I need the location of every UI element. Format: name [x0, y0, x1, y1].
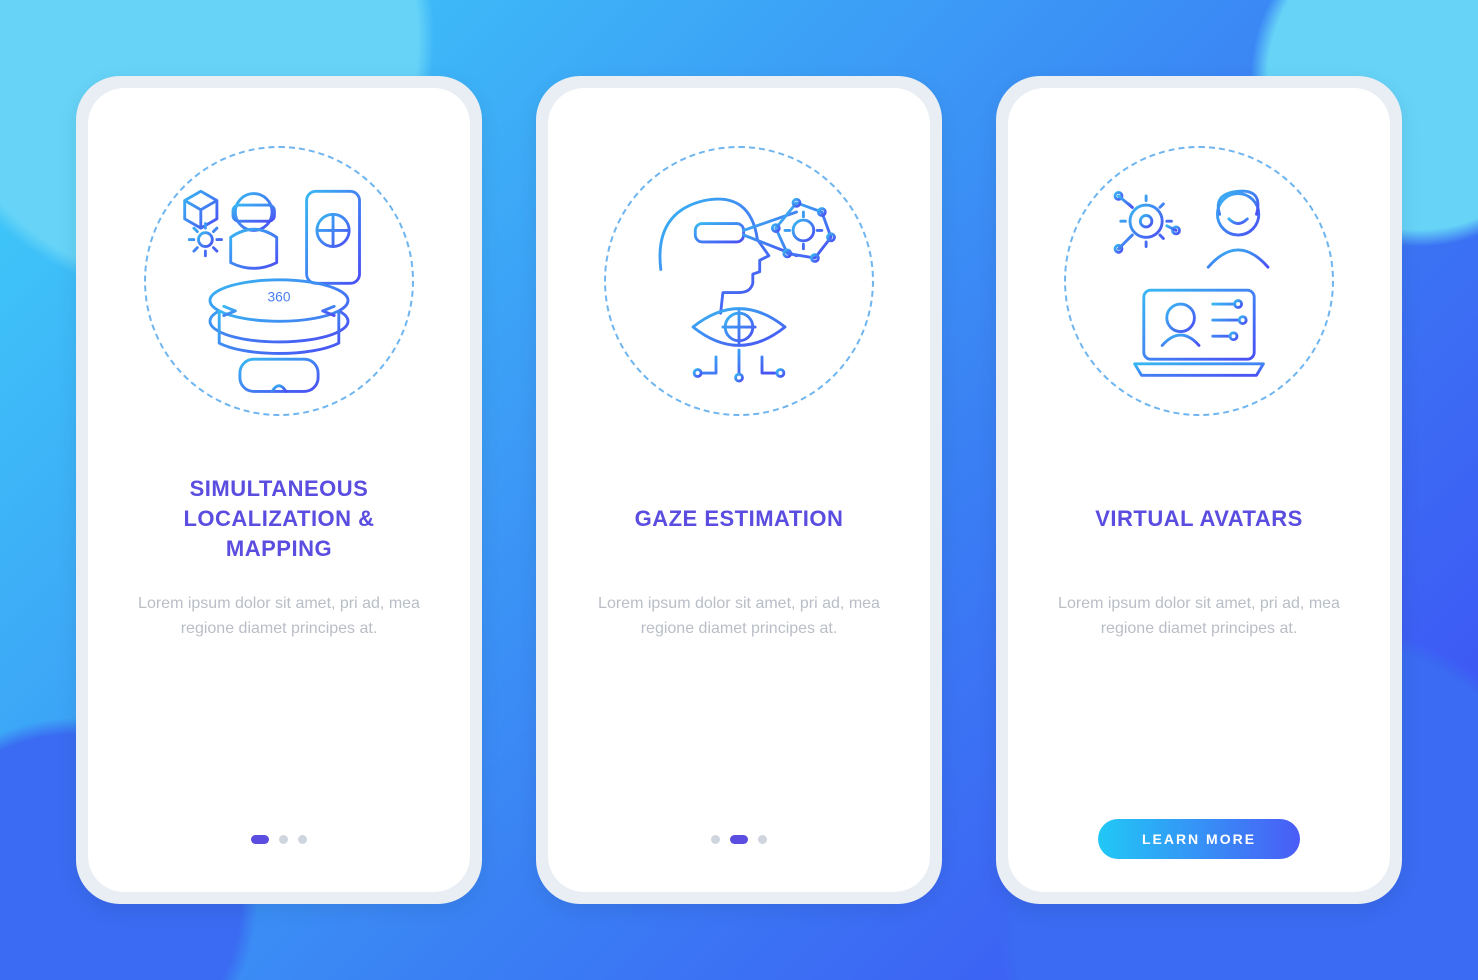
slide-title: SIMULTANEOUS LOCALIZATION & MAPPING: [183, 474, 374, 564]
slide-title: VIRTUAL AVATARS: [1095, 474, 1303, 564]
slide-title: GAZE ESTIMATION: [635, 474, 844, 564]
dot-2[interactable]: [730, 835, 748, 844]
footer: [711, 816, 767, 862]
phone-frame-avatars: VIRTUAL AVATARS Lorem ipsum dolor sit am…: [996, 76, 1402, 904]
slide-body: Lorem ipsum dolor sit amet, pri ad, mea …: [1049, 592, 1349, 642]
pagination-dots[interactable]: [711, 835, 767, 844]
learn-more-button[interactable]: LEARN MORE: [1098, 819, 1300, 859]
illustration-slam: 360: [144, 146, 414, 416]
phone-frame-slam: 360 SIMULTANEOUS LOCALIZATION & MAPPING …: [76, 76, 482, 904]
footer: LEARN MORE: [1098, 816, 1300, 862]
slide-body: Lorem ipsum dolor sit amet, pri ad, mea …: [589, 592, 889, 642]
phone-row: 360 SIMULTANEOUS LOCALIZATION & MAPPING …: [76, 76, 1402, 904]
dot-1[interactable]: [251, 835, 269, 844]
slide-body: Lorem ipsum dolor sit amet, pri ad, mea …: [129, 592, 429, 642]
onboarding-screen-gaze[interactable]: GAZE ESTIMATION Lorem ipsum dolor sit am…: [548, 88, 930, 892]
dot-1[interactable]: [711, 835, 720, 844]
onboarding-screen-slam[interactable]: 360 SIMULTANEOUS LOCALIZATION & MAPPING …: [88, 88, 470, 892]
footer: [251, 816, 307, 862]
onboarding-screen-avatars[interactable]: VIRTUAL AVATARS Lorem ipsum dolor sit am…: [1008, 88, 1390, 892]
pagination-dots[interactable]: [251, 835, 307, 844]
illustration-avatars: [1064, 146, 1334, 416]
dot-2[interactable]: [279, 835, 288, 844]
dot-3[interactable]: [298, 835, 307, 844]
phone-frame-gaze: GAZE ESTIMATION Lorem ipsum dolor sit am…: [536, 76, 942, 904]
dot-3[interactable]: [758, 835, 767, 844]
illustration-gaze: [604, 146, 874, 416]
